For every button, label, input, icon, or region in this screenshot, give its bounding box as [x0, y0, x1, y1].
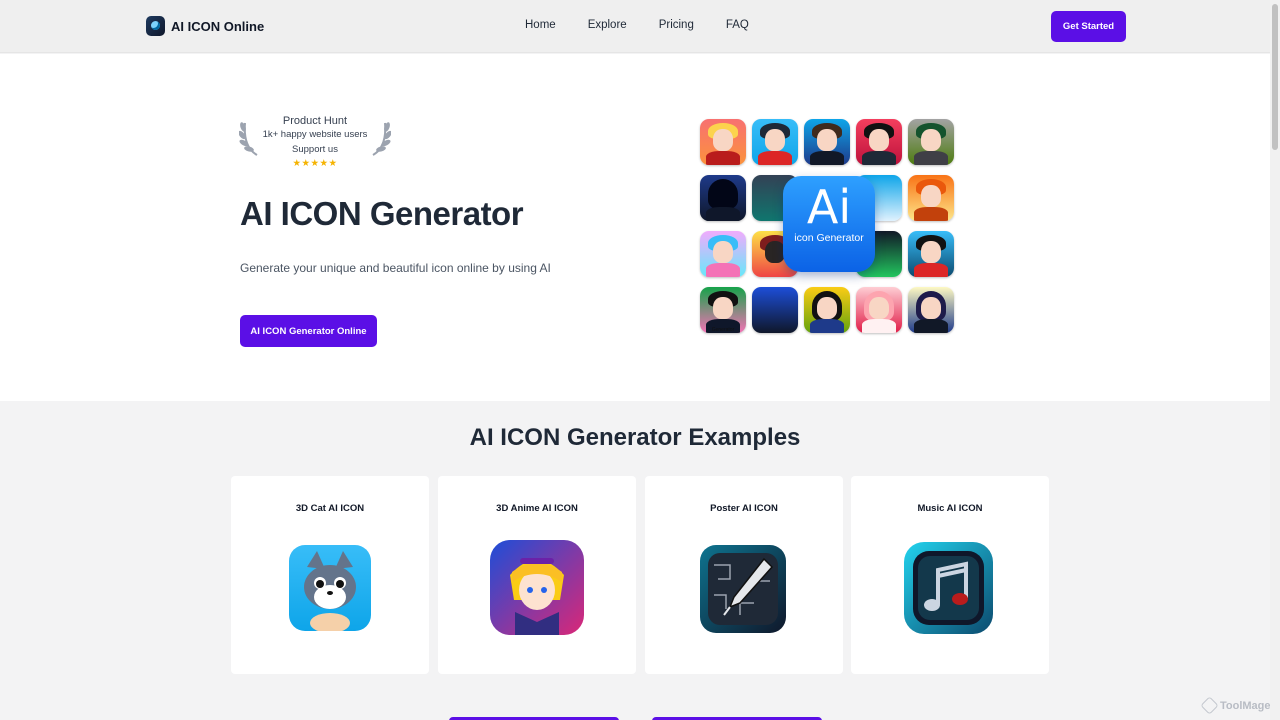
get-started-button[interactable]: Get Started [1051, 11, 1126, 42]
anime-icon [908, 287, 954, 333]
anime-icon [908, 231, 954, 277]
showcase-caption: Generator [711, 327, 735, 333]
card-label: 3D Cat AI ICON [295, 503, 365, 514]
badge-support: Support us [292, 143, 338, 155]
watermark: ToolMage [1200, 696, 1271, 715]
anime-icon [908, 175, 954, 221]
vertical-scrollbar[interactable] [1270, 0, 1280, 720]
product-hunt-badge[interactable]: Product Hunt 1k+ happy website users Sup… [239, 115, 391, 169]
ai-logo-text: Ai [806, 180, 852, 234]
example-card-cat[interactable]: 3D Cat AI ICON [231, 476, 429, 674]
pen-icon [700, 545, 786, 633]
card-label: Music AI ICON [917, 503, 983, 514]
anime-icon [700, 175, 746, 221]
icon-showcase-grid: Generator Ai icon Generator [699, 119, 955, 339]
ai-logo-label: icon Generator [794, 232, 864, 244]
top-navigation-bar: AI ICON Online Home Explore Pricing FAQ … [0, 0, 1270, 53]
nav-home-link[interactable]: Home [525, 19, 556, 31]
anime-icon [700, 119, 746, 165]
anime-icon [752, 119, 798, 165]
nav-explore-link[interactable]: Explore [588, 19, 627, 31]
anime-icon: Generator [700, 287, 746, 333]
brand-logo-icon [146, 16, 165, 36]
card-label: 3D Anime AI ICON [496, 503, 578, 514]
hero-section: Product Hunt 1k+ happy website users Sup… [0, 54, 1270, 401]
ai-icon-generator-logo: Ai icon Generator [783, 176, 875, 272]
app-icons-tile [752, 287, 798, 333]
anime-icon [700, 231, 746, 277]
brand[interactable]: AI ICON Online [146, 16, 264, 36]
watermark-text: ToolMage [1220, 699, 1271, 712]
examples-title: AI ICON Generator Examples [469, 424, 801, 451]
badge-title: Product Hunt [282, 115, 348, 127]
nav-pricing-link[interactable]: Pricing [659, 19, 694, 31]
anime-icon [856, 119, 902, 165]
main-nav: Home Explore Pricing FAQ [525, 19, 749, 31]
cat-icon [289, 545, 371, 631]
toolmage-logo-icon [1200, 696, 1219, 715]
anime-icon [908, 119, 954, 165]
anime-icon [804, 287, 850, 333]
music-note-icon [904, 542, 993, 634]
example-card-poster[interactable]: Poster AI ICON [645, 476, 843, 674]
rating-stars: ★★★★★ [292, 157, 338, 169]
card-label: Poster AI ICON [710, 503, 778, 514]
anime-icon [804, 119, 850, 165]
example-card-anime[interactable]: 3D Anime AI ICON [438, 476, 636, 674]
anime-icon [856, 287, 902, 333]
scrollbar-thumb[interactable] [1272, 4, 1278, 150]
hero-subtitle: Generate your unique and beautiful icon … [240, 261, 551, 275]
anime-icon [490, 540, 584, 635]
badge-users: 1k+ happy website users [262, 129, 368, 140]
nav-faq-link[interactable]: FAQ [726, 19, 749, 31]
example-card-music[interactable]: Music AI ICON [851, 476, 1049, 674]
generator-online-button[interactable]: AI ICON Generator Online [240, 315, 377, 347]
brand-name: AI ICON Online [171, 18, 265, 34]
hero-title: AI ICON Generator [240, 195, 524, 232]
